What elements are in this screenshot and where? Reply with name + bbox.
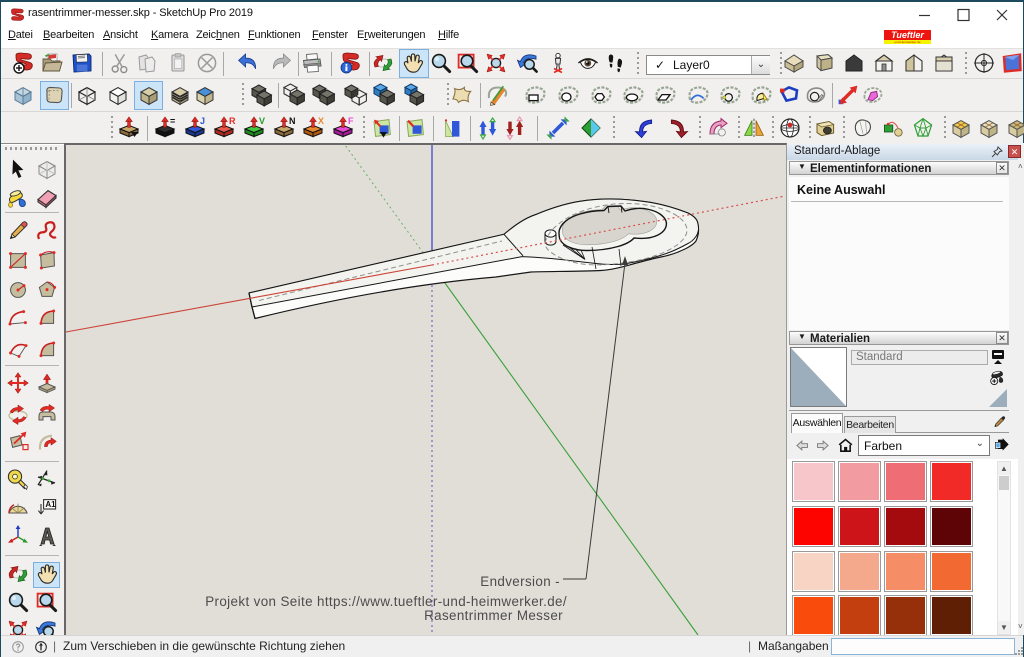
svg-text:R: R xyxy=(229,116,236,126)
svg-text:Projekt von Seite https://www.: Projekt von Seite https://www.tueftler-u… xyxy=(205,594,567,609)
svg-text:=: = xyxy=(170,116,175,126)
svg-text:V: V xyxy=(259,116,265,126)
svg-text:Rasentrimmer Messer: Rasentrimmer Messer xyxy=(424,608,563,623)
svg-text:Endversion -: Endversion - xyxy=(480,574,560,589)
svg-text:X: X xyxy=(318,116,324,126)
svg-text:N: N xyxy=(289,116,296,126)
svg-text:F: F xyxy=(348,116,354,126)
svg-text:J: J xyxy=(200,116,205,126)
svg-text:A1: A1 xyxy=(45,500,56,509)
